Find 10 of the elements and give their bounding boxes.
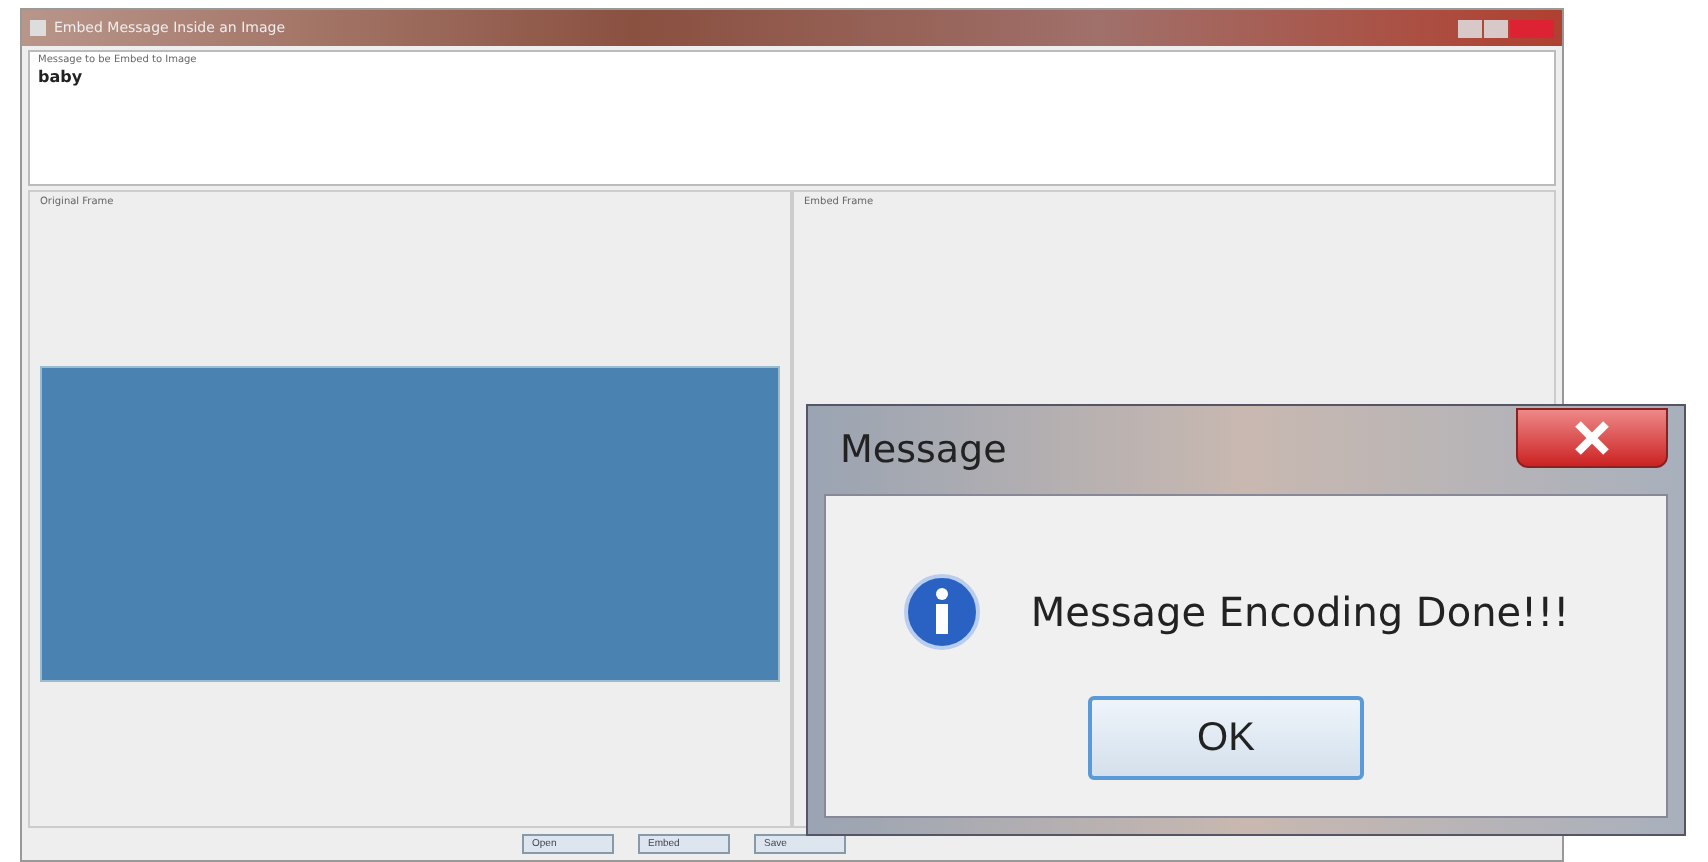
- dialog-title: Message: [840, 428, 1007, 472]
- app-icon: [30, 20, 46, 36]
- maximize-button[interactable]: [1484, 19, 1508, 37]
- close-icon: [1570, 420, 1614, 456]
- close-button[interactable]: [1516, 408, 1668, 468]
- info-icon: [902, 572, 983, 652]
- minimize-button[interactable]: [1458, 19, 1482, 37]
- ok-button[interactable]: OK: [1088, 696, 1364, 780]
- message-field[interactable]: baby: [38, 68, 1546, 86]
- dialog-message: Message Encoding Done!!!: [1030, 588, 1570, 636]
